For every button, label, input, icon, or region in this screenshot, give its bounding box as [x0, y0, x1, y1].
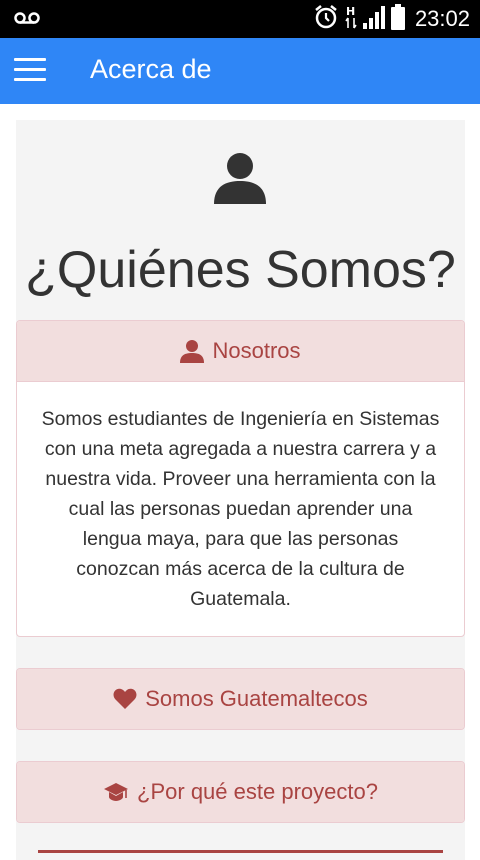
- panel-somos-guatemaltecos: Somos Guatemaltecos: [16, 668, 465, 730]
- battery-icon: [390, 3, 405, 35]
- status-bar: H 23:02: [0, 0, 480, 38]
- signal-icon: [362, 5, 385, 34]
- graduation-cap-icon: [103, 781, 129, 803]
- status-time: 23:02: [414, 6, 470, 31]
- panel-por-que-proyecto: ¿Por qué este proyecto?: [16, 761, 465, 823]
- panel-title: Nosotros: [212, 338, 301, 363]
- page-content[interactable]: ¿Quiénes Somos? Nosotros Somos estudiant…: [0, 104, 480, 860]
- network-h-icon: H: [345, 4, 357, 35]
- panel-somos-guatemaltecos-heading[interactable]: Somos Guatemaltecos: [17, 669, 464, 729]
- about-jumbotron: ¿Quiénes Somos? Nosotros Somos estudiant…: [16, 120, 465, 860]
- panel-nosotros-heading[interactable]: Nosotros: [17, 321, 464, 381]
- user-icon: [180, 339, 205, 363]
- panel-por-que-proyecto-heading[interactable]: ¿Por qué este proyecto?: [17, 762, 464, 822]
- heart-icon: [113, 688, 137, 710]
- panel-body-text: Somos estudiantes de Ingeniería en Siste…: [17, 381, 464, 636]
- panel-divider: [38, 850, 443, 853]
- app-bar: Acerca de: [0, 38, 480, 104]
- voicemail-icon: [14, 11, 40, 30]
- panel-title: Somos Guatemaltecos: [145, 686, 368, 711]
- app-bar-title: Acerca de: [90, 54, 212, 84]
- panel-nosotros: Nosotros Somos estudiantes de Ingeniería…: [16, 320, 465, 637]
- hamburger-menu-icon[interactable]: [14, 58, 46, 84]
- svg-text:H: H: [346, 5, 355, 18]
- panel-title: ¿Por qué este proyecto?: [137, 779, 378, 804]
- user-icon: [212, 150, 268, 211]
- page-heading: ¿Quiénes Somos?: [25, 241, 456, 299]
- alarm-icon: [313, 4, 339, 35]
